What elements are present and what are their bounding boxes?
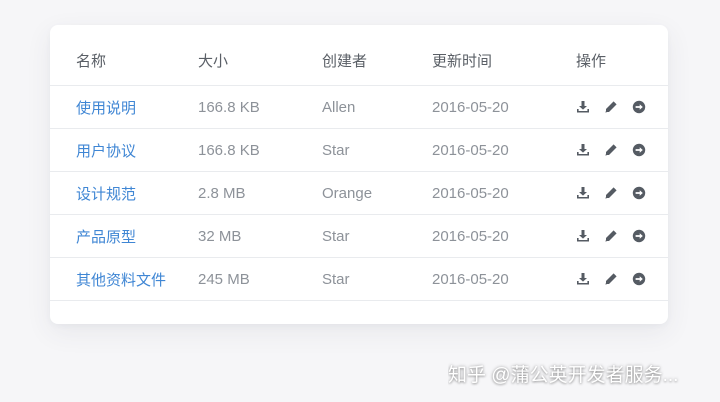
download-icon[interactable] xyxy=(576,143,590,157)
arrow-right-circle-icon[interactable] xyxy=(632,186,646,200)
header-actions: 操作 xyxy=(576,52,607,70)
watermark-text: 知乎 @蒲公英开发者服务... xyxy=(448,365,679,386)
file-size: 245 MB xyxy=(198,270,250,288)
download-icon[interactable] xyxy=(576,186,590,200)
edit-icon[interactable] xyxy=(604,272,618,286)
arrow-right-circle-icon[interactable] xyxy=(632,229,646,243)
row-actions xyxy=(576,129,646,171)
header-updated: 更新时间 xyxy=(432,52,493,70)
table-row: 设计规范 2.8 MB Orange 2016-05-20 xyxy=(50,172,668,215)
file-size: 2.8 MB xyxy=(198,184,246,202)
file-size: 32 MB xyxy=(198,227,242,245)
row-actions xyxy=(576,86,646,128)
file-name-link[interactable]: 使用说明 xyxy=(76,86,136,128)
table-row: 产品原型 32 MB Star 2016-05-20 xyxy=(50,215,668,258)
file-size: 166.8 KB xyxy=(198,98,260,116)
file-name-link[interactable]: 用户协议 xyxy=(76,129,136,171)
file-name-link[interactable]: 设计规范 xyxy=(76,172,136,214)
edit-icon[interactable] xyxy=(604,229,618,243)
arrow-right-circle-icon[interactable] xyxy=(632,143,646,157)
file-name-link[interactable]: 产品原型 xyxy=(76,215,136,257)
file-table-card: 名称 大小 创建者 更新时间 操作 使用说明 166.8 KB Allen 20… xyxy=(50,25,668,324)
table-row: 其他资料文件 245 MB Star 2016-05-20 xyxy=(50,258,668,301)
arrow-right-circle-icon[interactable] xyxy=(632,272,646,286)
header-name: 名称 xyxy=(76,52,107,70)
file-creator: Orange xyxy=(322,184,373,202)
header-size: 大小 xyxy=(198,52,229,70)
header-creator: 创建者 xyxy=(322,52,368,70)
edit-icon[interactable] xyxy=(604,186,618,200)
download-icon[interactable] xyxy=(576,100,590,114)
file-creator: Star xyxy=(322,227,350,245)
file-size: 166.8 KB xyxy=(198,141,260,159)
table-header: 名称 大小 创建者 更新时间 操作 xyxy=(50,35,668,86)
file-updated: 2016-05-20 xyxy=(432,270,509,288)
file-updated: 2016-05-20 xyxy=(432,98,509,116)
file-name-link[interactable]: 其他资料文件 xyxy=(76,258,166,300)
file-updated: 2016-05-20 xyxy=(432,227,509,245)
row-actions xyxy=(576,215,646,257)
arrow-right-circle-icon[interactable] xyxy=(632,100,646,114)
edit-icon[interactable] xyxy=(604,143,618,157)
file-updated: 2016-05-20 xyxy=(432,141,509,159)
table-row: 用户协议 166.8 KB Star 2016-05-20 xyxy=(50,129,668,172)
table-row: 使用说明 166.8 KB Allen 2016-05-20 xyxy=(50,86,668,129)
row-actions xyxy=(576,172,646,214)
file-updated: 2016-05-20 xyxy=(432,184,509,202)
download-icon[interactable] xyxy=(576,272,590,286)
file-creator: Allen xyxy=(322,98,356,116)
file-creator: Star xyxy=(322,270,350,288)
row-actions xyxy=(576,258,646,300)
download-icon[interactable] xyxy=(576,229,590,243)
edit-icon[interactable] xyxy=(604,100,618,114)
file-creator: Star xyxy=(322,141,350,159)
